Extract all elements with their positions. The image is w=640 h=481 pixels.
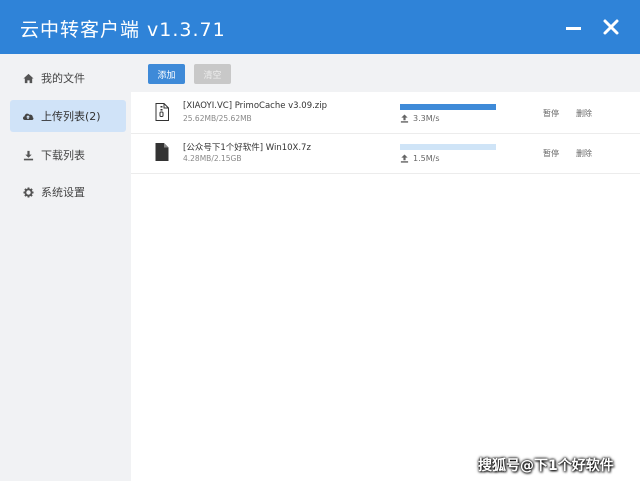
app-window: 云中转客户端 v1.3.71 我的文件 上传列表(2) 下载列表 系统设置 添加…: [0, 0, 640, 481]
close-icon[interactable]: [600, 16, 622, 38]
title-bar[interactable]: 云中转客户端 v1.3.71: [0, 0, 640, 54]
minimize-icon[interactable]: [563, 16, 585, 38]
upload-arrow-icon: [400, 154, 409, 163]
file-size: 25.62MB/25.62MB: [183, 114, 252, 123]
progress-bar: [400, 144, 496, 150]
sidebar-item-label: 我的文件: [41, 72, 85, 85]
upload-speed: 3.3M/s: [400, 114, 440, 123]
sidebar-item-settings[interactable]: 系统设置: [10, 176, 126, 208]
upload-speed: 1.5M/s: [400, 154, 440, 163]
sidebar-item-my-files[interactable]: 我的文件: [10, 62, 126, 94]
toolbar: 添加 清空: [131, 54, 640, 92]
zip-file-icon: [155, 103, 169, 121]
file-name: [公众号下1个好软件] Win10X.7z: [183, 143, 311, 153]
table-row[interactable]: [公众号下1个好软件] Win10X.7z 4.28MB/2.15GB 1.5M…: [131, 134, 640, 174]
sidebar: 我的文件 上传列表(2) 下载列表 系统设置: [0, 54, 131, 481]
home-icon: [22, 72, 34, 84]
delete-button[interactable]: 删除: [576, 148, 592, 159]
pause-button[interactable]: 暂停: [543, 108, 559, 119]
download-icon: [22, 149, 34, 161]
gear-icon: [22, 186, 34, 198]
delete-button[interactable]: 删除: [576, 108, 592, 119]
sidebar-item-label: 下载列表: [41, 149, 85, 162]
file-icon: [155, 143, 169, 161]
progress-bar: [400, 104, 496, 110]
sidebar-item-label: 上传列表(2): [41, 110, 101, 123]
pause-button[interactable]: 暂停: [543, 148, 559, 159]
window-title: 云中转客户端 v1.3.71: [20, 19, 226, 41]
cloud-upload-icon: [22, 110, 34, 122]
add-button[interactable]: 添加: [148, 64, 185, 84]
speed-value: 1.5M/s: [413, 154, 440, 163]
sidebar-item-download-list[interactable]: 下载列表: [10, 139, 126, 171]
sidebar-item-upload-list[interactable]: 上传列表(2): [10, 100, 126, 132]
upload-arrow-icon: [400, 114, 409, 123]
table-row[interactable]: [XIAOYI.VC] PrimoCache v3.09.zip 25.62MB…: [131, 94, 640, 134]
watermark: 搜狐号@下1个好软件: [478, 458, 614, 474]
upload-list-panel: 添加 清空 [XIAOYI.VC] PrimoCache v3.09.zip 2…: [131, 54, 640, 481]
clear-button[interactable]: 清空: [194, 64, 231, 84]
file-name: [XIAOYI.VC] PrimoCache v3.09.zip: [183, 101, 328, 111]
file-size: 4.28MB/2.15GB: [183, 154, 242, 163]
sidebar-item-label: 系统设置: [41, 186, 85, 199]
speed-value: 3.3M/s: [413, 114, 440, 123]
